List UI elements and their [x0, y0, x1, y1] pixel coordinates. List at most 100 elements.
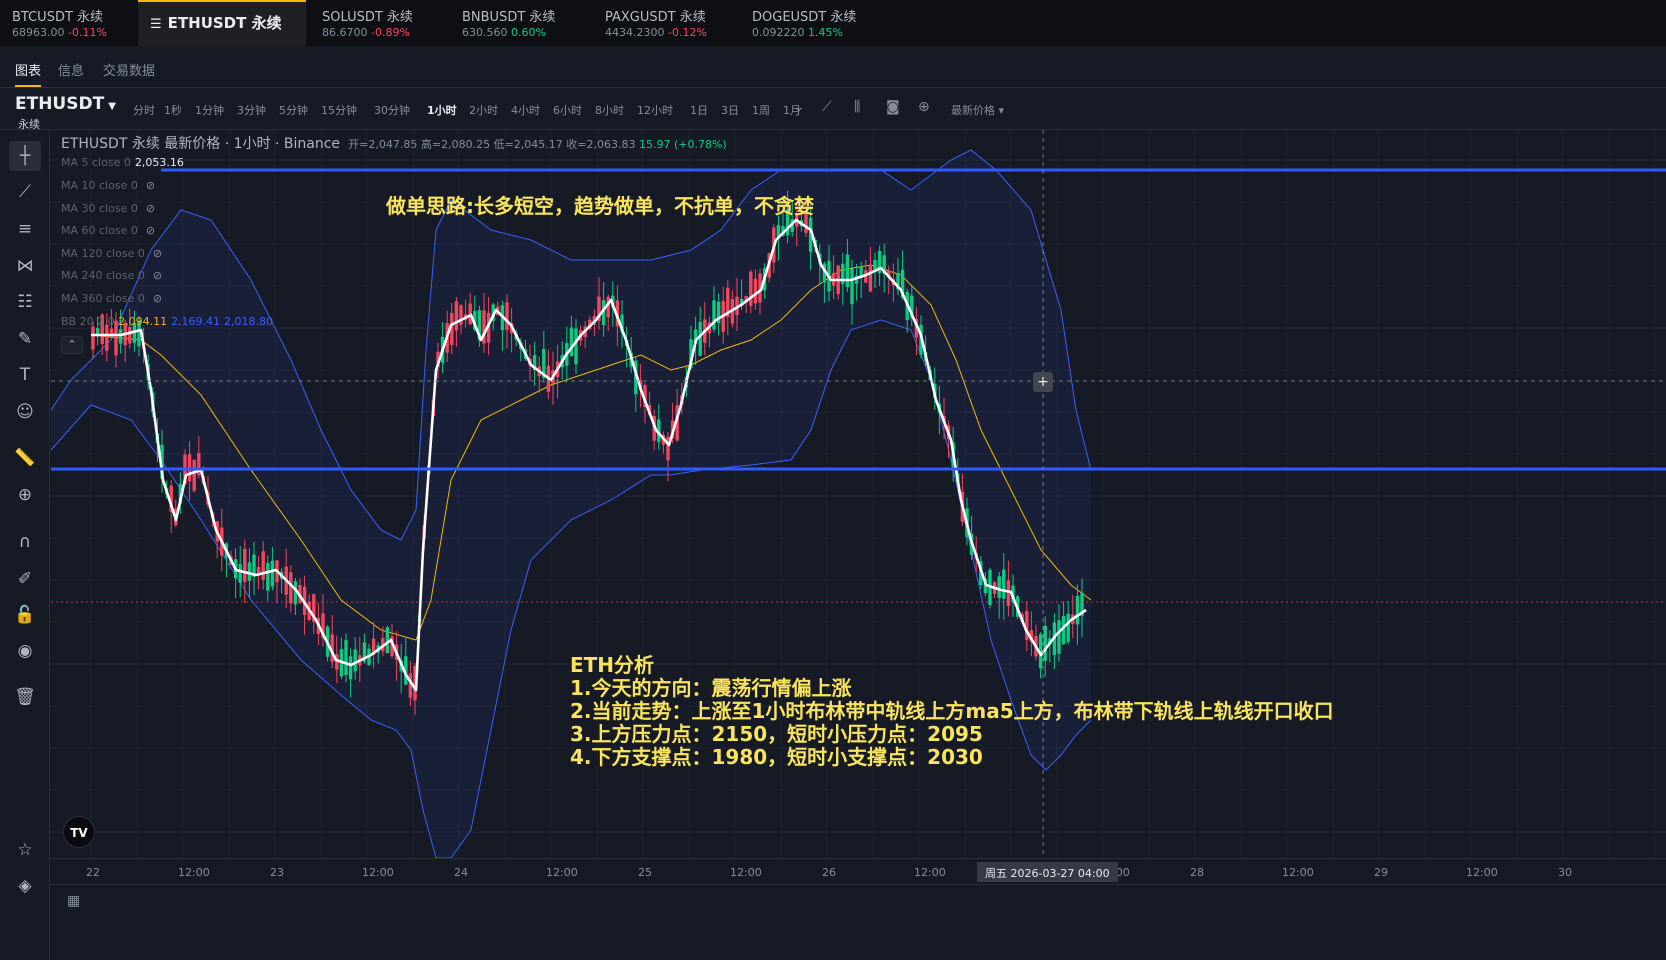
timeframe-3[interactable]: 3分钟 [237, 102, 266, 118]
collapse-legend-button[interactable]: ⌃ [61, 336, 83, 354]
ticker-change: 1.45% [808, 26, 843, 39]
candle-body [1002, 569, 1006, 599]
eye-hidden-icon[interactable]: ⊘ [146, 179, 155, 192]
layers-icon[interactable]: ◈ [9, 871, 41, 901]
candle-body [270, 560, 275, 587]
eye-hidden-icon[interactable]: ⊘ [146, 224, 155, 237]
add-icon[interactable]: ⊕ [918, 99, 930, 115]
lock-icon[interactable]: 🔓 [9, 600, 41, 630]
timeframe-13[interactable]: 1日 [690, 102, 708, 118]
ticker-change: -0.89% [371, 26, 410, 39]
trendline-icon[interactable]: ⟋ [9, 177, 41, 207]
ticker-symbol: PAXGUSDT 永续 [605, 10, 706, 25]
star-icon[interactable]: ☆ [9, 835, 41, 865]
timeframe-15[interactable]: 1周 [752, 102, 770, 118]
indicators-icon[interactable]: ⟋ [822, 99, 832, 115]
ticker-price: 4434.2300 [605, 26, 665, 39]
ticker-solusdt[interactable]: SOLUSDT 永续 86.6700 -0.89% [310, 0, 450, 46]
indicator-ma5[interactable]: MA 5 close 0 2,053.16 [61, 156, 184, 169]
text-icon[interactable]: T [9, 360, 41, 390]
ticker-symbol: BNBUSDT 永续 [462, 10, 556, 25]
ticker-btcusdt[interactable]: BTCUSDT 永续 68963.00 -0.11% [0, 0, 137, 46]
calendar-icon[interactable]: ▦ [67, 893, 80, 909]
timeframe-12[interactable]: 12小时 [637, 102, 673, 118]
analysis-line: 4.下方支撑点：1980，短时小支撑点：2030 [570, 745, 983, 769]
ticker-dogeusdt[interactable]: DOGEUSDT 永续 0.092220 1.45% [740, 0, 890, 46]
trash-icon[interactable]: 🗑 [9, 682, 41, 712]
timeframe-8[interactable]: 2小时 [469, 102, 498, 118]
timeframe-5[interactable]: 15分钟 [321, 102, 357, 118]
timeframe-0[interactable]: 分时 [133, 102, 155, 118]
price-chart[interactable]: ETHUSDT 永续 最新价格 · 1小时 · Binance 开=2,047.… [51, 130, 1666, 910]
bb-mid-value: 2,094.11 [118, 315, 168, 328]
timeframe-6[interactable]: 30分钟 [374, 102, 410, 118]
indicator-ma240[interactable]: MA 240 close 0 ⊘ [61, 269, 162, 282]
ticker-bnbusdt[interactable]: BNBUSDT 永续 630.560 0.60% [450, 0, 592, 46]
ticker-price: 630.560 [462, 26, 508, 39]
candle-body [868, 264, 873, 292]
timeframe-1[interactable]: 1秒 [164, 102, 182, 118]
horizontal-lines-icon[interactable]: ≡ [9, 214, 41, 244]
legend-open: 开=2,047.85 [348, 138, 418, 151]
candle-body [1075, 596, 1080, 625]
timeframe-10[interactable]: 6小时 [553, 102, 582, 118]
emoji-icon[interactable]: ☺ [9, 397, 41, 427]
price-type-select[interactable]: 最新价格 ▾ [951, 102, 1004, 118]
chevron-down-icon[interactable]: ⌄ [793, 99, 805, 115]
time-label: 12:00 [178, 866, 210, 879]
indicator-label: MA 30 close 0 [61, 202, 138, 215]
indicator-ma30[interactable]: MA 30 close 0 ⊘ [61, 202, 155, 215]
ruler-icon[interactable]: 📏 [9, 443, 41, 473]
crosshair-icon[interactable]: ┼ [9, 141, 41, 171]
indicator-ma60[interactable]: MA 60 close 0 ⊘ [61, 224, 155, 237]
symbol-selector[interactable]: ETHUSDT ▼ [15, 94, 116, 114]
time-label: 12:00 [362, 866, 394, 879]
timeframe-7[interactable]: 1小时 [427, 102, 457, 118]
indicator-ma360[interactable]: MA 360 close 0 ⊘ [61, 292, 162, 305]
eye-hidden-icon[interactable]: ⊘ [153, 269, 162, 282]
eye-hidden-icon[interactable]: ⊘ [146, 202, 155, 215]
candle-body [243, 548, 247, 582]
analysis-annotation: ETH分析 1.今天的方向：震荡行情偏上涨 2.当前走势：上涨至1小时布林带中轨… [570, 654, 1334, 769]
indicator-label: MA 5 close 0 [61, 156, 131, 169]
bb-lower-value: 2,018.80 [224, 315, 274, 328]
eye-hidden-icon[interactable]: ⊘ [153, 292, 162, 305]
time-label: 29 [1374, 866, 1388, 879]
tab-info[interactable]: 信息 [58, 60, 84, 79]
candle-body [850, 268, 854, 305]
ticker-ethusdt[interactable]: ☰ ETHUSDT 永续 [138, 0, 306, 46]
pattern-icon[interactable]: ⋈ [9, 251, 41, 281]
ticker-price: 86.6700 [322, 26, 368, 39]
candle-body [845, 254, 850, 288]
timeframe-14[interactable]: 3日 [721, 102, 739, 118]
zoom-in-icon[interactable]: ⊕ [9, 480, 41, 510]
timeframe-11[interactable]: 8小时 [595, 102, 624, 118]
brush-icon[interactable]: ✎ [9, 324, 41, 354]
indicator-ma120[interactable]: MA 120 close 0 ⊘ [61, 247, 162, 260]
tab-chart[interactable]: 图表 [15, 60, 42, 87]
ticker-price: 0.092220 [752, 26, 805, 39]
eye-hidden-icon[interactable]: ⊘ [153, 247, 162, 260]
indicator-bollinger[interactable]: BB 20 2 0 2,094.11 2,169.41 2,018.80 [61, 315, 273, 328]
timeframe-9[interactable]: 4小时 [511, 102, 540, 118]
timeframe-2[interactable]: 1分钟 [195, 102, 224, 118]
indicator-ma10[interactable]: MA 10 close 0 ⊘ [61, 179, 155, 192]
fib-icon[interactable]: ☷ [9, 287, 41, 317]
chart-type-icon[interactable]: ⫼ [854, 99, 860, 115]
candle-body [749, 271, 753, 307]
time-axis[interactable]: 2212:002312:002412:002512:002612:002712:… [51, 858, 1666, 884]
magnet-icon[interactable]: ∩ [9, 527, 41, 557]
candle-body [192, 459, 196, 491]
ticker-paxgusdt[interactable]: PAXGUSDT 永续 4434.2300 -0.12% [593, 0, 740, 46]
tab-trading-data[interactable]: 交易数据 [103, 60, 155, 79]
eye-icon[interactable]: ◉ [9, 636, 41, 666]
indicator-label: BB 20 2 0 [61, 315, 115, 328]
timeframe-4[interactable]: 5分钟 [279, 102, 308, 118]
candle-body [353, 649, 357, 672]
crosshair-add-icon[interactable]: + [1033, 372, 1053, 392]
camera-icon[interactable]: ◙ [886, 99, 900, 115]
tradingview-logo[interactable]: TV [63, 816, 95, 848]
strategy-annotation: 做单思路:长多短空，趋势做单，不抗单，不贪婪 [386, 194, 814, 218]
candle-body [997, 576, 1001, 598]
lock-drawing-icon[interactable]: ✐ [9, 564, 41, 594]
